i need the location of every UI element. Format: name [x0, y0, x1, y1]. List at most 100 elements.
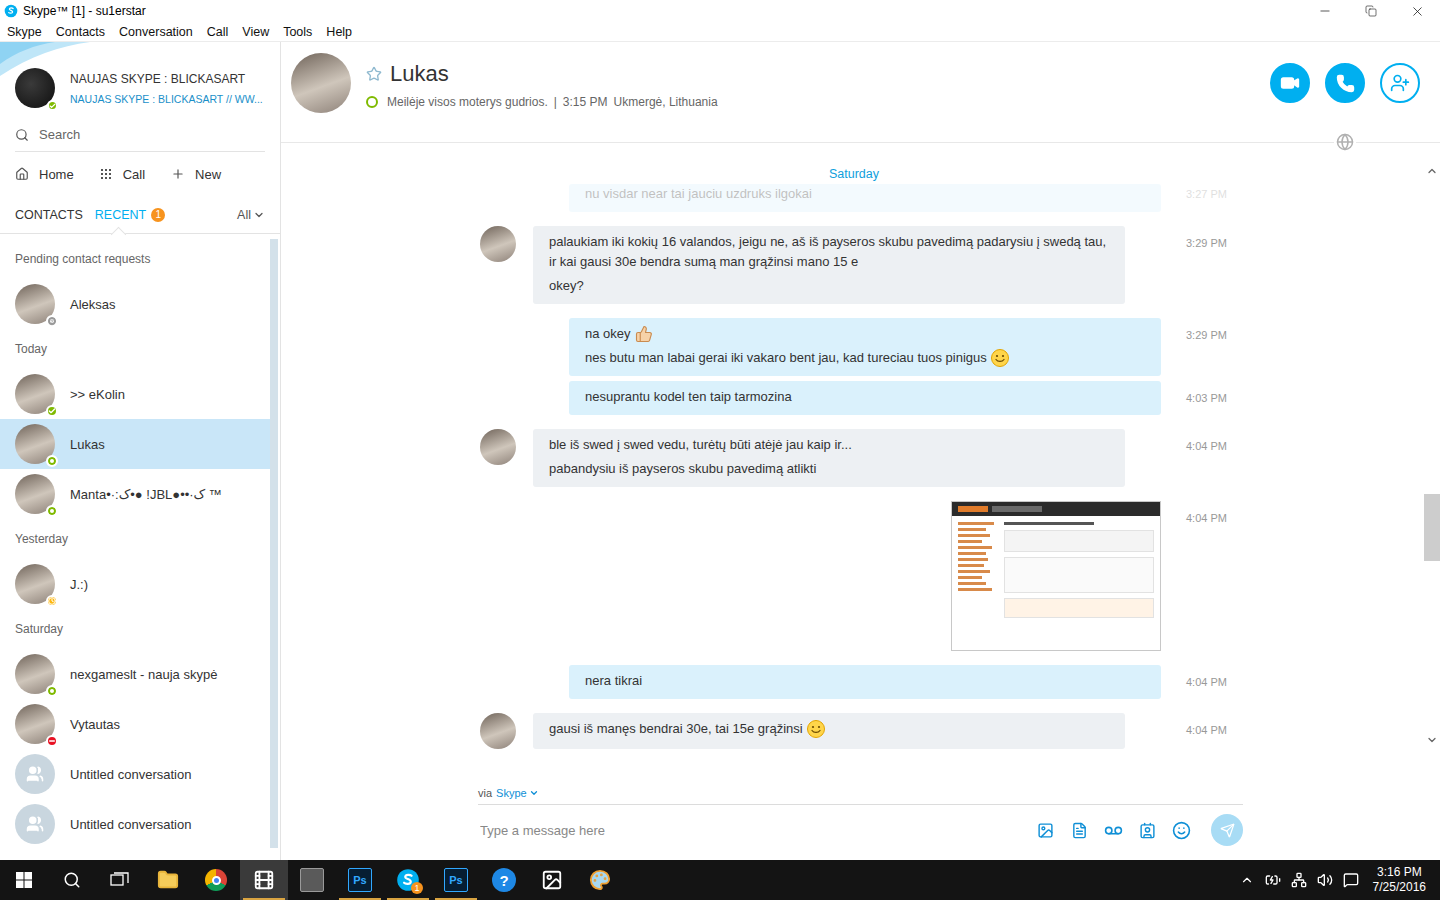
- status-row: Meilėje visos moterys gudrios.|3:15 PMUk…: [366, 95, 718, 109]
- contact-avatar[interactable]: [15, 474, 55, 514]
- taskbar-app[interactable]: 1: [384, 860, 432, 900]
- message-bubble[interactable]: nera tikrai: [569, 665, 1161, 699]
- taskbar-search[interactable]: [48, 860, 96, 900]
- send-file-button[interactable]: [1069, 820, 1089, 840]
- contact-row[interactable]: Vytautas: [0, 699, 270, 749]
- profile-avatar[interactable]: [15, 68, 55, 108]
- thumb-line: [958, 546, 992, 549]
- contact-avatar[interactable]: [15, 704, 55, 744]
- menu-item[interactable]: Help: [326, 25, 352, 39]
- menu-item[interactable]: View: [242, 25, 269, 39]
- taskbar-app[interactable]: ?: [480, 860, 528, 900]
- contact-row[interactable]: Aleksas: [0, 279, 270, 329]
- message-bubble[interactable]: nesuprantu kodel ten taip tarmozina: [569, 381, 1161, 415]
- list-tab[interactable]: CONTACTS: [15, 196, 83, 234]
- contact-row[interactable]: Untitled conversation: [0, 799, 270, 849]
- message-bubble[interactable]: na okeynes butu man labai gerai iki vaka…: [569, 318, 1161, 376]
- menu-item[interactable]: Conversation: [119, 25, 193, 39]
- video-message-button[interactable]: [1103, 820, 1123, 840]
- plus-icon: [171, 167, 185, 181]
- call-button[interactable]: [1325, 63, 1365, 103]
- search-field[interactable]: Search: [15, 118, 265, 152]
- close-button[interactable]: [1394, 0, 1440, 22]
- contact-avatar[interactable]: [15, 424, 55, 464]
- taskbar-app[interactable]: [528, 860, 576, 900]
- message-bubble[interactable]: gausi iš manęs bendrai 30e, tai 15e grąž…: [533, 713, 1125, 749]
- sender-avatar[interactable]: [480, 226, 516, 262]
- taskbar-app[interactable]: [144, 860, 192, 900]
- network-dropdown[interactable]: Skype: [496, 787, 539, 799]
- notifications-button[interactable]: [1343, 872, 1359, 888]
- send-button[interactable]: [1211, 814, 1243, 846]
- contact-avatar[interactable]: [15, 284, 55, 324]
- sender-avatar[interactable]: [480, 429, 516, 465]
- scroll-thumb[interactable]: [1424, 494, 1440, 560]
- smile-emoticon-icon: [806, 719, 826, 739]
- contact-row[interactable]: Untitled conversation: [0, 749, 270, 799]
- menu-item[interactable]: Contacts: [56, 25, 105, 39]
- network-button[interactable]: [1291, 872, 1307, 888]
- scroll-down-button[interactable]: [1424, 732, 1440, 748]
- contact-photo[interactable]: [291, 53, 351, 113]
- thumb-side: [958, 522, 998, 644]
- start-button[interactable]: [0, 860, 48, 900]
- image-attachment[interactable]: [951, 501, 1161, 651]
- emoticon-button[interactable]: [1171, 820, 1191, 840]
- contact-avatar[interactable]: [15, 654, 55, 694]
- filter-dropdown[interactable]: All: [237, 208, 265, 222]
- contact-row[interactable]: J.:): [0, 559, 270, 609]
- contact-row[interactable]: nexgameslt - nauja skypė: [0, 649, 270, 699]
- network-label: Skype: [496, 787, 527, 799]
- taskbar-app[interactable]: [240, 860, 288, 900]
- sidebar-scrollbar[interactable]: [270, 239, 278, 860]
- taskbar-app[interactable]: [192, 860, 240, 900]
- favorite-star-icon[interactable]: [366, 66, 382, 82]
- taskbar-app[interactable]: Ps: [336, 860, 384, 900]
- message-input[interactable]: [478, 822, 1021, 839]
- nav-item[interactable]: Home: [15, 167, 74, 182]
- scroll-rail[interactable]: [1424, 179, 1440, 732]
- contact-avatar[interactable]: [15, 804, 55, 844]
- menu-item[interactable]: Tools: [283, 25, 312, 39]
- scroll-up-button[interactable]: [1424, 163, 1440, 179]
- nav-item[interactable]: Call: [100, 167, 145, 182]
- add-people-button[interactable]: [1380, 63, 1420, 103]
- list-tab[interactable]: RECENT1: [95, 196, 165, 234]
- taskbar-app[interactable]: [576, 860, 624, 900]
- menu-item[interactable]: Skype: [7, 25, 42, 39]
- chat-scrollbar[interactable]: [1424, 163, 1440, 748]
- message-bubble[interactable]: palaukiam iki kokių 16 valandos, jeigu n…: [533, 226, 1125, 304]
- taskbar-app[interactable]: [288, 860, 336, 900]
- window-title: Skype™ [1] - su1erstar: [23, 4, 146, 18]
- chevron-up-icon: [1240, 873, 1254, 887]
- menu-item[interactable]: Call: [207, 25, 229, 39]
- taskbar-app[interactable]: Ps: [432, 860, 480, 900]
- scroll-thumb[interactable]: [270, 239, 278, 848]
- contact-avatar[interactable]: [15, 564, 55, 604]
- globe-button[interactable]: [1334, 131, 1356, 153]
- contact-name: Aleksas: [70, 297, 116, 312]
- title-group: Skype™ [1] - su1erstar: [4, 4, 146, 18]
- profile[interactable]: NAUJAS SKYPE : BLICKASARTNAUJAS SKYPE : …: [0, 42, 280, 118]
- volume-button[interactable]: [1317, 872, 1333, 888]
- task-view-button[interactable]: [96, 860, 144, 900]
- send-contact-button[interactable]: [1137, 820, 1157, 840]
- send-image-button[interactable]: [1035, 820, 1055, 840]
- chrome-icon: [205, 869, 227, 891]
- restore-button[interactable]: [1348, 0, 1394, 22]
- clock[interactable]: 3:16 PM7/25/2016: [1369, 865, 1430, 895]
- contact-row[interactable]: Lukas: [0, 419, 270, 469]
- minimize-button[interactable]: [1302, 0, 1348, 22]
- tray-expand-button[interactable]: [1239, 872, 1255, 888]
- contact-avatar[interactable]: [15, 754, 55, 794]
- contact-card-icon: [1139, 822, 1156, 839]
- message-bubble[interactable]: ble iš swed į swed vedu, turėtų būti atė…: [533, 429, 1125, 487]
- message-bubble[interactable]: nu visdar near tai jauciu uzdruks ilgoka…: [569, 184, 1161, 212]
- sender-avatar[interactable]: [480, 713, 516, 749]
- contact-avatar[interactable]: [15, 374, 55, 414]
- contact-row[interactable]: Manta•·:ک•● !JBL●••·ک ™: [0, 469, 270, 519]
- contact-row[interactable]: >> eKolin: [0, 369, 270, 419]
- nav-item[interactable]: New: [171, 167, 221, 182]
- video-call-button[interactable]: [1270, 63, 1310, 103]
- battery-button[interactable]: [1265, 872, 1281, 888]
